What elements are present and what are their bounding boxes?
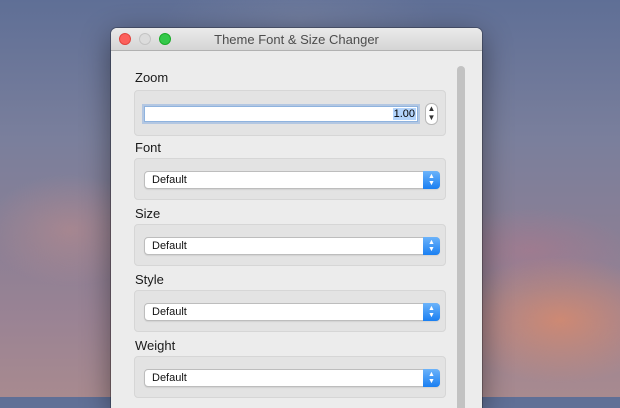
size-panel: Default ▲ ▼: [134, 224, 446, 266]
size-select[interactable]: Default ▲ ▼: [144, 237, 440, 255]
chevron-up-down-icon: ▲ ▼: [423, 369, 440, 387]
chevron-up-down-icon: ▲ ▼: [423, 237, 440, 255]
stepper-up-icon[interactable]: ▲: [426, 104, 437, 113]
font-select[interactable]: Default ▲ ▼: [144, 171, 440, 189]
zoom-stepper[interactable]: ▲ ▼: [425, 103, 438, 125]
app-window: Theme Font & Size Changer Zoom 1.00 ▲ ▼ …: [111, 28, 482, 408]
weight-select-value: Default: [152, 372, 187, 384]
font-select-value: Default: [152, 174, 187, 186]
stepper-down-icon[interactable]: ▼: [426, 113, 437, 122]
style-label: Style: [135, 272, 164, 287]
window-title: Theme Font & Size Changer: [214, 32, 379, 47]
font-label: Font: [135, 140, 162, 155]
chevron-up-down-icon: ▲ ▼: [423, 303, 440, 321]
weight-label: Weight: [135, 338, 176, 353]
zoom-panel: 1.00 ▲ ▼: [134, 90, 446, 136]
style-select-value: Default: [152, 306, 187, 318]
title-bar: Theme Font & Size Changer: [111, 28, 482, 51]
style-panel: Default ▲ ▼: [134, 290, 446, 332]
zoom-label: Zoom: [135, 70, 169, 85]
chevron-up-down-icon: ▲ ▼: [423, 171, 440, 189]
style-select[interactable]: Default ▲ ▼: [144, 303, 440, 321]
zoom-value: 1.00: [392, 108, 416, 120]
weight-panel: Default ▲ ▼: [134, 356, 446, 398]
font-panel: Default ▲ ▼: [134, 158, 446, 200]
vertical-scrollbar[interactable]: [457, 66, 465, 408]
size-label: Size: [135, 206, 161, 221]
size-select-value: Default: [152, 240, 187, 252]
zoom-input[interactable]: 1.00: [144, 106, 418, 122]
weight-select[interactable]: Default ▲ ▼: [144, 369, 440, 387]
